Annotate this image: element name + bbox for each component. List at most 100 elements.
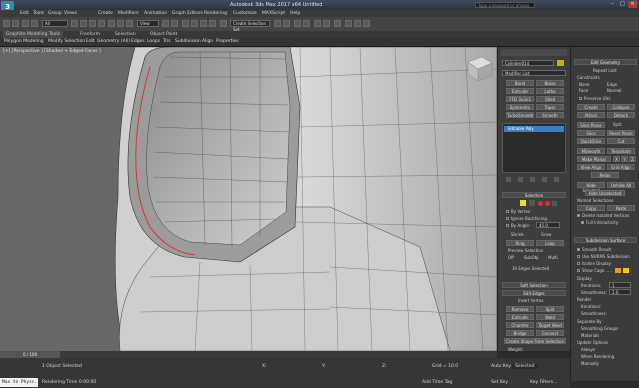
spinner-snap-icon[interactable] [209,20,216,27]
repeat-last-button[interactable]: Repeat Last [593,68,617,73]
ring-button[interactable]: Ring [506,240,534,246]
menu-tools[interactable]: Tools [33,10,44,17]
menu-views[interactable]: Views [64,10,77,17]
ribbon-polygon-modeling[interactable]: Polygon Modeling [4,38,44,46]
by-angle-checkbox[interactable] [506,224,509,227]
relax-button[interactable]: Relax [591,172,619,178]
make-planar-button[interactable]: Make Planar [577,156,611,162]
constraint-normal-radio[interactable]: Normal [607,88,621,93]
selection-set-dropdown[interactable]: Create Selection Set [230,20,270,32]
render-production-icon[interactable] [363,20,370,27]
menu-maxscript[interactable]: MAXScript [262,10,285,17]
menu-rendering[interactable]: Rendering [204,10,227,17]
timeline-track[interactable] [0,351,497,358]
view-align-button[interactable]: View Align [577,164,605,170]
full-interactivity-checkbox[interactable] [581,221,584,224]
show-cage-checkbox[interactable] [577,269,580,272]
angle-snap-icon[interactable] [191,20,198,27]
select-by-name-icon[interactable] [80,20,87,27]
remove-button[interactable]: Remove [506,306,534,312]
chamfer-button[interactable]: Chamfer [506,322,534,328]
ribbon-modify-selection[interactable]: Modify Selection [48,38,85,46]
planar-z-button[interactable]: Z [629,156,636,162]
perspective-viewport[interactable]: [+] [Perspective ] [Shaded + Edged Faces… [0,47,497,351]
object-name-field[interactable]: Cylinder014 [502,60,554,66]
close-button[interactable]: ✕ [628,1,637,8]
ribbon-subdivision[interactable]: Subdivision [175,38,201,46]
symmetry-button[interactable]: Symmetry [506,104,534,110]
slice-plane-button[interactable]: Slice Plane [577,122,605,128]
element-mode-icon[interactable] [552,201,557,206]
taper-button[interactable]: Taper [536,104,564,110]
ribbon-edit[interactable]: Edit [86,38,95,46]
unlink-icon[interactable] [31,20,38,27]
menu-group[interactable]: Group [48,10,62,17]
reset-plane-button[interactable]: Reset Plane [607,130,635,136]
render-setup-icon[interactable] [345,20,352,27]
tab-selection[interactable]: Selection [115,31,136,38]
stack-item-editable-poly[interactable]: Editable Poly [504,126,564,132]
menu-help[interactable]: Help [290,10,300,17]
cage-color-swatch-2[interactable] [623,268,629,273]
search-input[interactable]: Type a keyword or phrase [475,2,535,8]
selection-filter-dropdown[interactable]: All [42,20,68,27]
smoothing-groups-label[interactable]: Smoothing Groups [581,326,618,331]
maxscript-listener-field[interactable]: Max to Physc. [0,378,38,387]
smooth-button[interactable]: Smooth [536,112,564,118]
always-radio[interactable]: Always [581,347,595,352]
turbosmooth-button[interactable]: TurboSmooth [506,112,534,118]
cut-button[interactable]: Cut [607,138,635,144]
redo-icon[interactable] [12,20,19,27]
minimize-button[interactable]: – [608,1,617,8]
ribbon-align[interactable]: Align [202,38,213,46]
unhide-all-button[interactable]: Unhide All [607,182,635,188]
graphite-toggle-icon[interactable] [303,20,310,27]
show-end-result-icon[interactable] [518,177,523,182]
isoline-display-checkbox[interactable] [577,262,580,265]
weld-button[interactable]: Weld [536,314,564,320]
selection-rollout-header[interactable]: Selection [502,192,566,198]
link-icon[interactable] [22,20,29,27]
shell-button[interactable]: Shell [536,96,564,102]
menu-graph-editors[interactable]: Graph Editors [172,10,203,17]
bridge-button[interactable]: Bridge [506,330,534,336]
shrink-button[interactable]: Shrink [511,232,524,237]
target-weld-button[interactable]: Target Weld [536,322,564,328]
detach-button[interactable]: Detach [607,112,635,118]
loop-button[interactable]: Loop [536,240,564,246]
edit-geometry-header[interactable]: Edit Geometry [574,59,637,65]
insert-vertex-button[interactable]: Insert Vertex [518,298,544,303]
menu-modifiers[interactable]: Modifiers [118,10,139,17]
by-vertex-checkbox[interactable] [506,210,509,213]
snaps-toggle-icon[interactable] [182,20,189,27]
named-selection-icon[interactable] [220,20,227,27]
when-rendering-radio[interactable]: When Rendering [581,354,614,359]
window-crossing-icon[interactable] [98,20,105,27]
preview-off-radio[interactable]: Off [508,255,514,260]
attach-button[interactable]: Attach [577,112,605,118]
constraint-edge-radio[interactable]: Edge [607,82,617,87]
grow-button[interactable]: Grow [541,232,551,237]
hide-selected-button[interactable]: Hide Selected [577,182,605,193]
menu-animation[interactable]: Animation [144,10,167,17]
delete-isolated-checkbox[interactable] [577,214,580,217]
tab-object-paint[interactable]: Object Paint [150,31,177,38]
iterations-field[interactable]: 1 [609,282,631,288]
viewport-label[interactable]: [+] [Perspective ] [Shaded + Edged Faces… [3,49,101,54]
slice-button[interactable]: Slice [577,130,605,136]
percent-snap-icon[interactable] [200,20,207,27]
paste-button[interactable]: Paste [607,205,635,211]
schematic-view-icon[interactable] [323,20,330,27]
tab-graphite-modeling-tools[interactable]: Graphite Modeling Tools [3,31,64,38]
mirror-icon[interactable] [274,20,281,27]
align-icon[interactable] [283,20,290,27]
pin-stack-icon[interactable] [506,177,511,182]
subdivision-surface-header[interactable]: Subdivision Surface [574,237,637,243]
move-icon[interactable] [108,20,115,27]
bend-button[interactable]: Bend [506,80,534,86]
rotate-icon[interactable] [117,20,124,27]
scale-icon[interactable] [126,20,133,27]
command-panel-tabs[interactable] [501,49,567,56]
key-mode-dropdown[interactable]: Selected [512,364,538,369]
time-slider[interactable]: 0 / 100 [0,351,60,358]
